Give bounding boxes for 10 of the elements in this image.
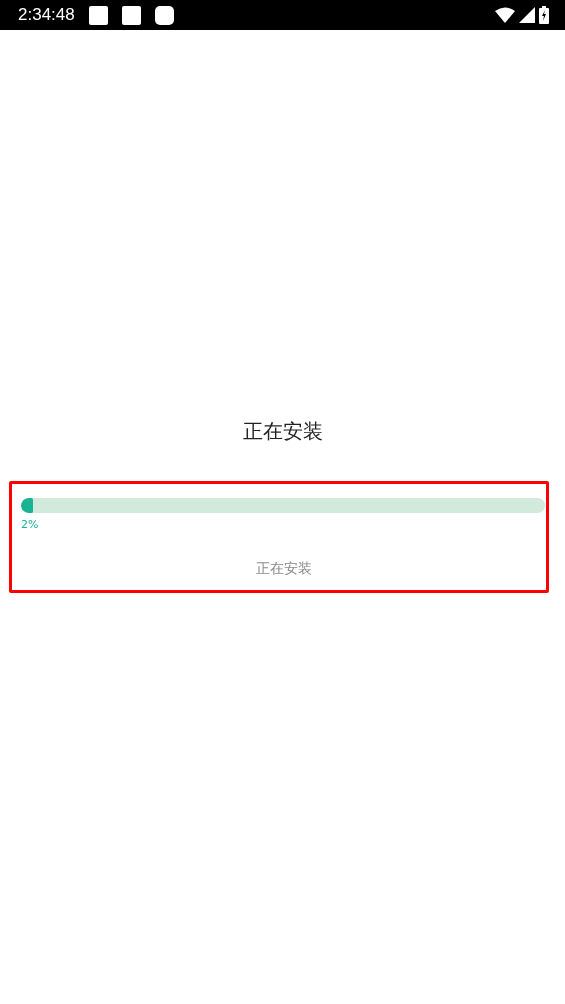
wifi-icon xyxy=(495,7,515,23)
clock-time: 2:34:48 xyxy=(18,5,75,25)
battery-icon xyxy=(539,6,549,24)
notification-icon xyxy=(88,5,108,25)
notification-icon xyxy=(154,5,174,25)
notification-icon xyxy=(121,5,141,25)
progress-percent: 2% xyxy=(21,518,39,531)
status-text: 正在安装 xyxy=(254,560,313,578)
page-title: 正在安装 xyxy=(241,418,324,444)
signal-icon xyxy=(519,7,535,23)
